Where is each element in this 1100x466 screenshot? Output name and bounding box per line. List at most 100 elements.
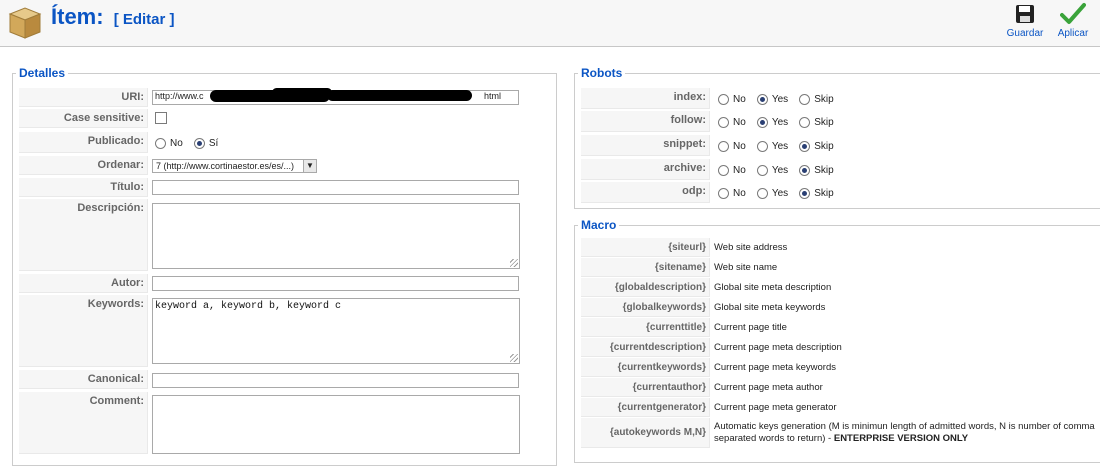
robots-archive-yes-radio[interactable] — [756, 164, 768, 176]
macro-key: {autokeywords M,N} — [581, 418, 710, 448]
save-button[interactable]: Guardar — [1002, 2, 1048, 44]
chevron-down-icon[interactable]: ▼ — [303, 160, 316, 172]
robots-snippet-no-radio[interactable] — [718, 140, 729, 152]
canonical-field[interactable] — [152, 373, 519, 388]
robots-follow-label: follow: — [581, 111, 710, 132]
resize-grip-icon[interactable] — [510, 354, 518, 362]
macro-key: {currentkeywords} — [581, 358, 710, 377]
robots-index-skip-radio[interactable] — [799, 93, 811, 105]
robots-yes-label: Yes — [771, 187, 789, 199]
robots-index-radio-group: No Yes Skip — [718, 93, 842, 105]
robots-odp-no-radio[interactable] — [718, 187, 729, 199]
robots-follow-radio-group: No Yes Skip — [718, 116, 842, 128]
keywords-textarea[interactable]: keyword a, keyword b, keyword c — [152, 298, 520, 364]
robots-archive-radio-group: No Yes Skip — [718, 164, 842, 176]
enterprise-note: ENTERPRISE VERSION ONLY — [833, 433, 969, 444]
macro-key: {currentgenerator} — [581, 398, 710, 417]
macro-desc: Global site meta description — [714, 282, 832, 293]
macro-key: {siteurl} — [581, 238, 710, 257]
robots-index-yes-radio[interactable] — [756, 93, 768, 105]
macro-legend: Macro — [581, 218, 617, 232]
descripcion-label: Descripción: — [19, 199, 148, 271]
robots-skip-label: Skip — [814, 187, 834, 199]
macro-desc: Web site address — [714, 242, 788, 253]
comment-label: Comment: — [19, 392, 148, 454]
descripcion-textarea[interactable] — [152, 203, 520, 269]
comment-wrapper — [152, 395, 520, 454]
titulo-field[interactable] — [152, 180, 519, 195]
publicado-no-label: No — [170, 137, 183, 149]
titulo-label: Título: — [19, 178, 148, 197]
robots-snippet-yes-radio[interactable] — [756, 140, 768, 152]
robots-snippet-label: snippet: — [581, 135, 710, 156]
robots-yes-label: Yes — [771, 140, 789, 152]
robots-no-label: No — [733, 164, 746, 176]
redaction-mark — [327, 90, 472, 101]
robots-index-label: index: — [581, 88, 710, 109]
robots-legend: Robots — [581, 66, 623, 80]
robots-archive-label: archive: — [581, 159, 710, 180]
robots-archive-no-radio[interactable] — [718, 164, 729, 176]
macro-desc: Current page meta description — [714, 342, 842, 353]
publicado-no-radio[interactable] — [155, 137, 166, 149]
page-subtitle: [ Editar ] — [113, 11, 175, 28]
robots-follow-no-radio[interactable] — [718, 116, 729, 128]
ordenar-select-value: 7 (http://www.cortinaestor.es/es/...) — [156, 161, 295, 171]
macro-desc: Current page meta keywords — [714, 362, 836, 373]
comment-textarea[interactable] — [152, 395, 520, 454]
macro-desc: Current page meta generator — [714, 402, 837, 413]
case-sensitive-checkbox[interactable] — [155, 112, 167, 124]
robots-yes-label: Yes — [771, 116, 789, 128]
robots-no-label: No — [733, 93, 746, 105]
robots-snippet-skip-radio[interactable] — [799, 140, 811, 152]
publicado-radio-group: No Sí — [155, 137, 226, 149]
robots-archive-skip-radio[interactable] — [799, 164, 811, 176]
robots-odp-label: odp: — [581, 182, 710, 203]
uri-value-end: html — [484, 91, 502, 101]
uri-field[interactable]: http://www.c html — [152, 88, 519, 105]
uri-label: URI: — [19, 88, 148, 107]
macro-desc: Global site meta keywords — [714, 302, 826, 313]
publicado-label: Publicado: — [19, 132, 148, 153]
autor-label: Autor: — [19, 274, 148, 293]
macro-desc: Current page meta author — [714, 382, 823, 393]
autor-field[interactable] — [152, 276, 519, 291]
robots-skip-label: Skip — [814, 116, 834, 128]
uri-value-start: http://www.c — [155, 91, 204, 101]
robots-snippet-radio-group: No Yes Skip — [718, 140, 842, 152]
robots-index-no-radio[interactable] — [718, 93, 729, 105]
redaction-mark — [272, 88, 332, 97]
case-sensitive-label: Case sensitive: — [19, 109, 148, 128]
publicado-si-label: Sí — [208, 137, 219, 149]
macro-desc-row: Automatic keys generation (M is minimun … — [714, 421, 1098, 445]
descripcion-wrapper — [152, 203, 520, 269]
robots-odp-yes-radio[interactable] — [756, 187, 768, 199]
robots-no-label: No — [733, 140, 746, 152]
item-box-icon — [8, 7, 42, 39]
page-title-text: Ítem: — [51, 4, 104, 29]
ordenar-select[interactable]: 7 (http://www.cortinaestor.es/es/...) ▼ — [152, 159, 317, 173]
robots-follow-yes-radio[interactable] — [756, 116, 768, 128]
canonical-label: Canonical: — [19, 370, 148, 389]
robots-skip-label: Skip — [814, 93, 834, 105]
keywords-label: Keywords: — [19, 295, 148, 367]
macro-desc: Current page title — [714, 322, 787, 333]
robots-yes-label: Yes — [771, 93, 789, 105]
robots-skip-label: Skip — [814, 140, 834, 152]
robots-yes-label: Yes — [771, 164, 789, 176]
macro-desc: Web site name — [714, 262, 778, 273]
macro-key: {sitename} — [581, 258, 710, 277]
robots-no-label: No — [733, 187, 746, 199]
macro-key: {currentauthor} — [581, 378, 710, 397]
apply-button[interactable]: Aplicar — [1050, 2, 1096, 44]
robots-odp-skip-radio[interactable] — [799, 187, 811, 199]
checkmark-icon — [1060, 3, 1086, 24]
publicado-si-radio[interactable] — [193, 137, 205, 149]
robots-skip-label: Skip — [814, 164, 834, 176]
macro-key: {currenttitle} — [581, 318, 710, 337]
toolbar-header: Ítem: [ Editar ] Guardar Aplicar — [0, 0, 1100, 47]
macro-key: {currentdescription} — [581, 338, 710, 357]
robots-follow-skip-radio[interactable] — [799, 116, 811, 128]
resize-grip-icon[interactable] — [510, 259, 518, 267]
floppy-disk-icon — [1016, 5, 1034, 23]
